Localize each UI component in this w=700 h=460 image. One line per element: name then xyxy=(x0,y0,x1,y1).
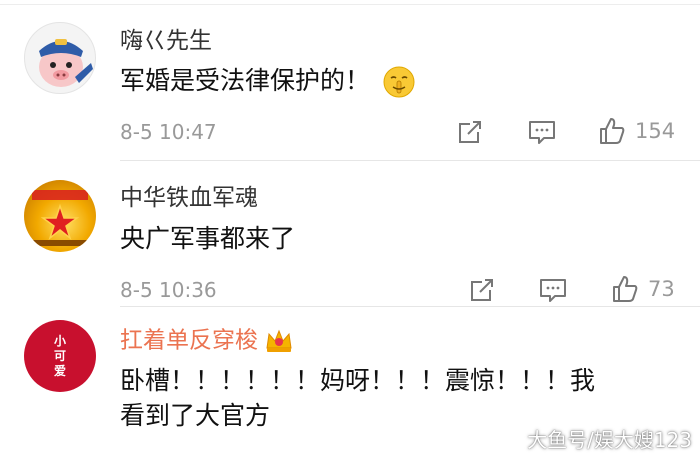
like-button[interactable]: 73 xyxy=(610,274,675,304)
username[interactable]: 扛着单反穿梭 xyxy=(120,328,294,354)
username[interactable]: 中华铁血军魂 xyxy=(120,187,258,210)
pig-mascot-icon xyxy=(39,39,93,87)
comment-text-content: 军婚是受法律保护的！ xyxy=(120,66,371,95)
avatar-text: 小 可 爱 xyxy=(53,333,66,378)
crown-vip-badge-icon xyxy=(266,329,292,352)
army-emblem-icon xyxy=(32,190,88,246)
watermark: 大鱼号/娱大嫂123 xyxy=(527,428,692,452)
comment-text: 军婚是受法律保护的！ xyxy=(120,64,416,99)
share-icon xyxy=(471,279,493,301)
like-count: 154 xyxy=(635,118,676,143)
comment-icon xyxy=(540,279,566,302)
share-icon xyxy=(459,121,481,143)
comment-button[interactable] xyxy=(538,276,568,304)
avatar[interactable] xyxy=(24,180,96,252)
username[interactable]: 嗨巜先生 xyxy=(120,30,212,53)
comment-divider xyxy=(120,160,700,161)
top-divider xyxy=(0,4,700,5)
share-button[interactable] xyxy=(456,118,484,146)
comment-text-line-1: 卧槽！！！！！！妈呀！！！震惊！！！我 xyxy=(120,366,596,395)
timestamp: 8-5 10:36 xyxy=(120,278,217,302)
comment-icon xyxy=(529,121,555,144)
comment-text-line-2: 看到了大官方 xyxy=(120,400,271,430)
avatar[interactable]: 小 可 爱 xyxy=(24,320,96,392)
share-button[interactable] xyxy=(468,276,496,304)
like-count: 73 xyxy=(648,276,675,301)
like-icon xyxy=(600,118,625,144)
like-icon xyxy=(613,276,638,302)
comment-text: 央广军事都来了 xyxy=(120,224,296,253)
comment-button[interactable] xyxy=(527,118,557,146)
timestamp: 8-5 10:47 xyxy=(120,120,217,144)
username-text: 扛着单反穿梭 xyxy=(120,327,258,354)
shushing-face-icon xyxy=(383,66,415,98)
comment-divider xyxy=(120,306,700,307)
like-button[interactable]: 154 xyxy=(597,116,675,146)
comment-text: 卧槽！！！！！！妈呀！！！震惊！！！我 看到了大官方 xyxy=(120,364,595,433)
avatar[interactable] xyxy=(24,22,96,94)
